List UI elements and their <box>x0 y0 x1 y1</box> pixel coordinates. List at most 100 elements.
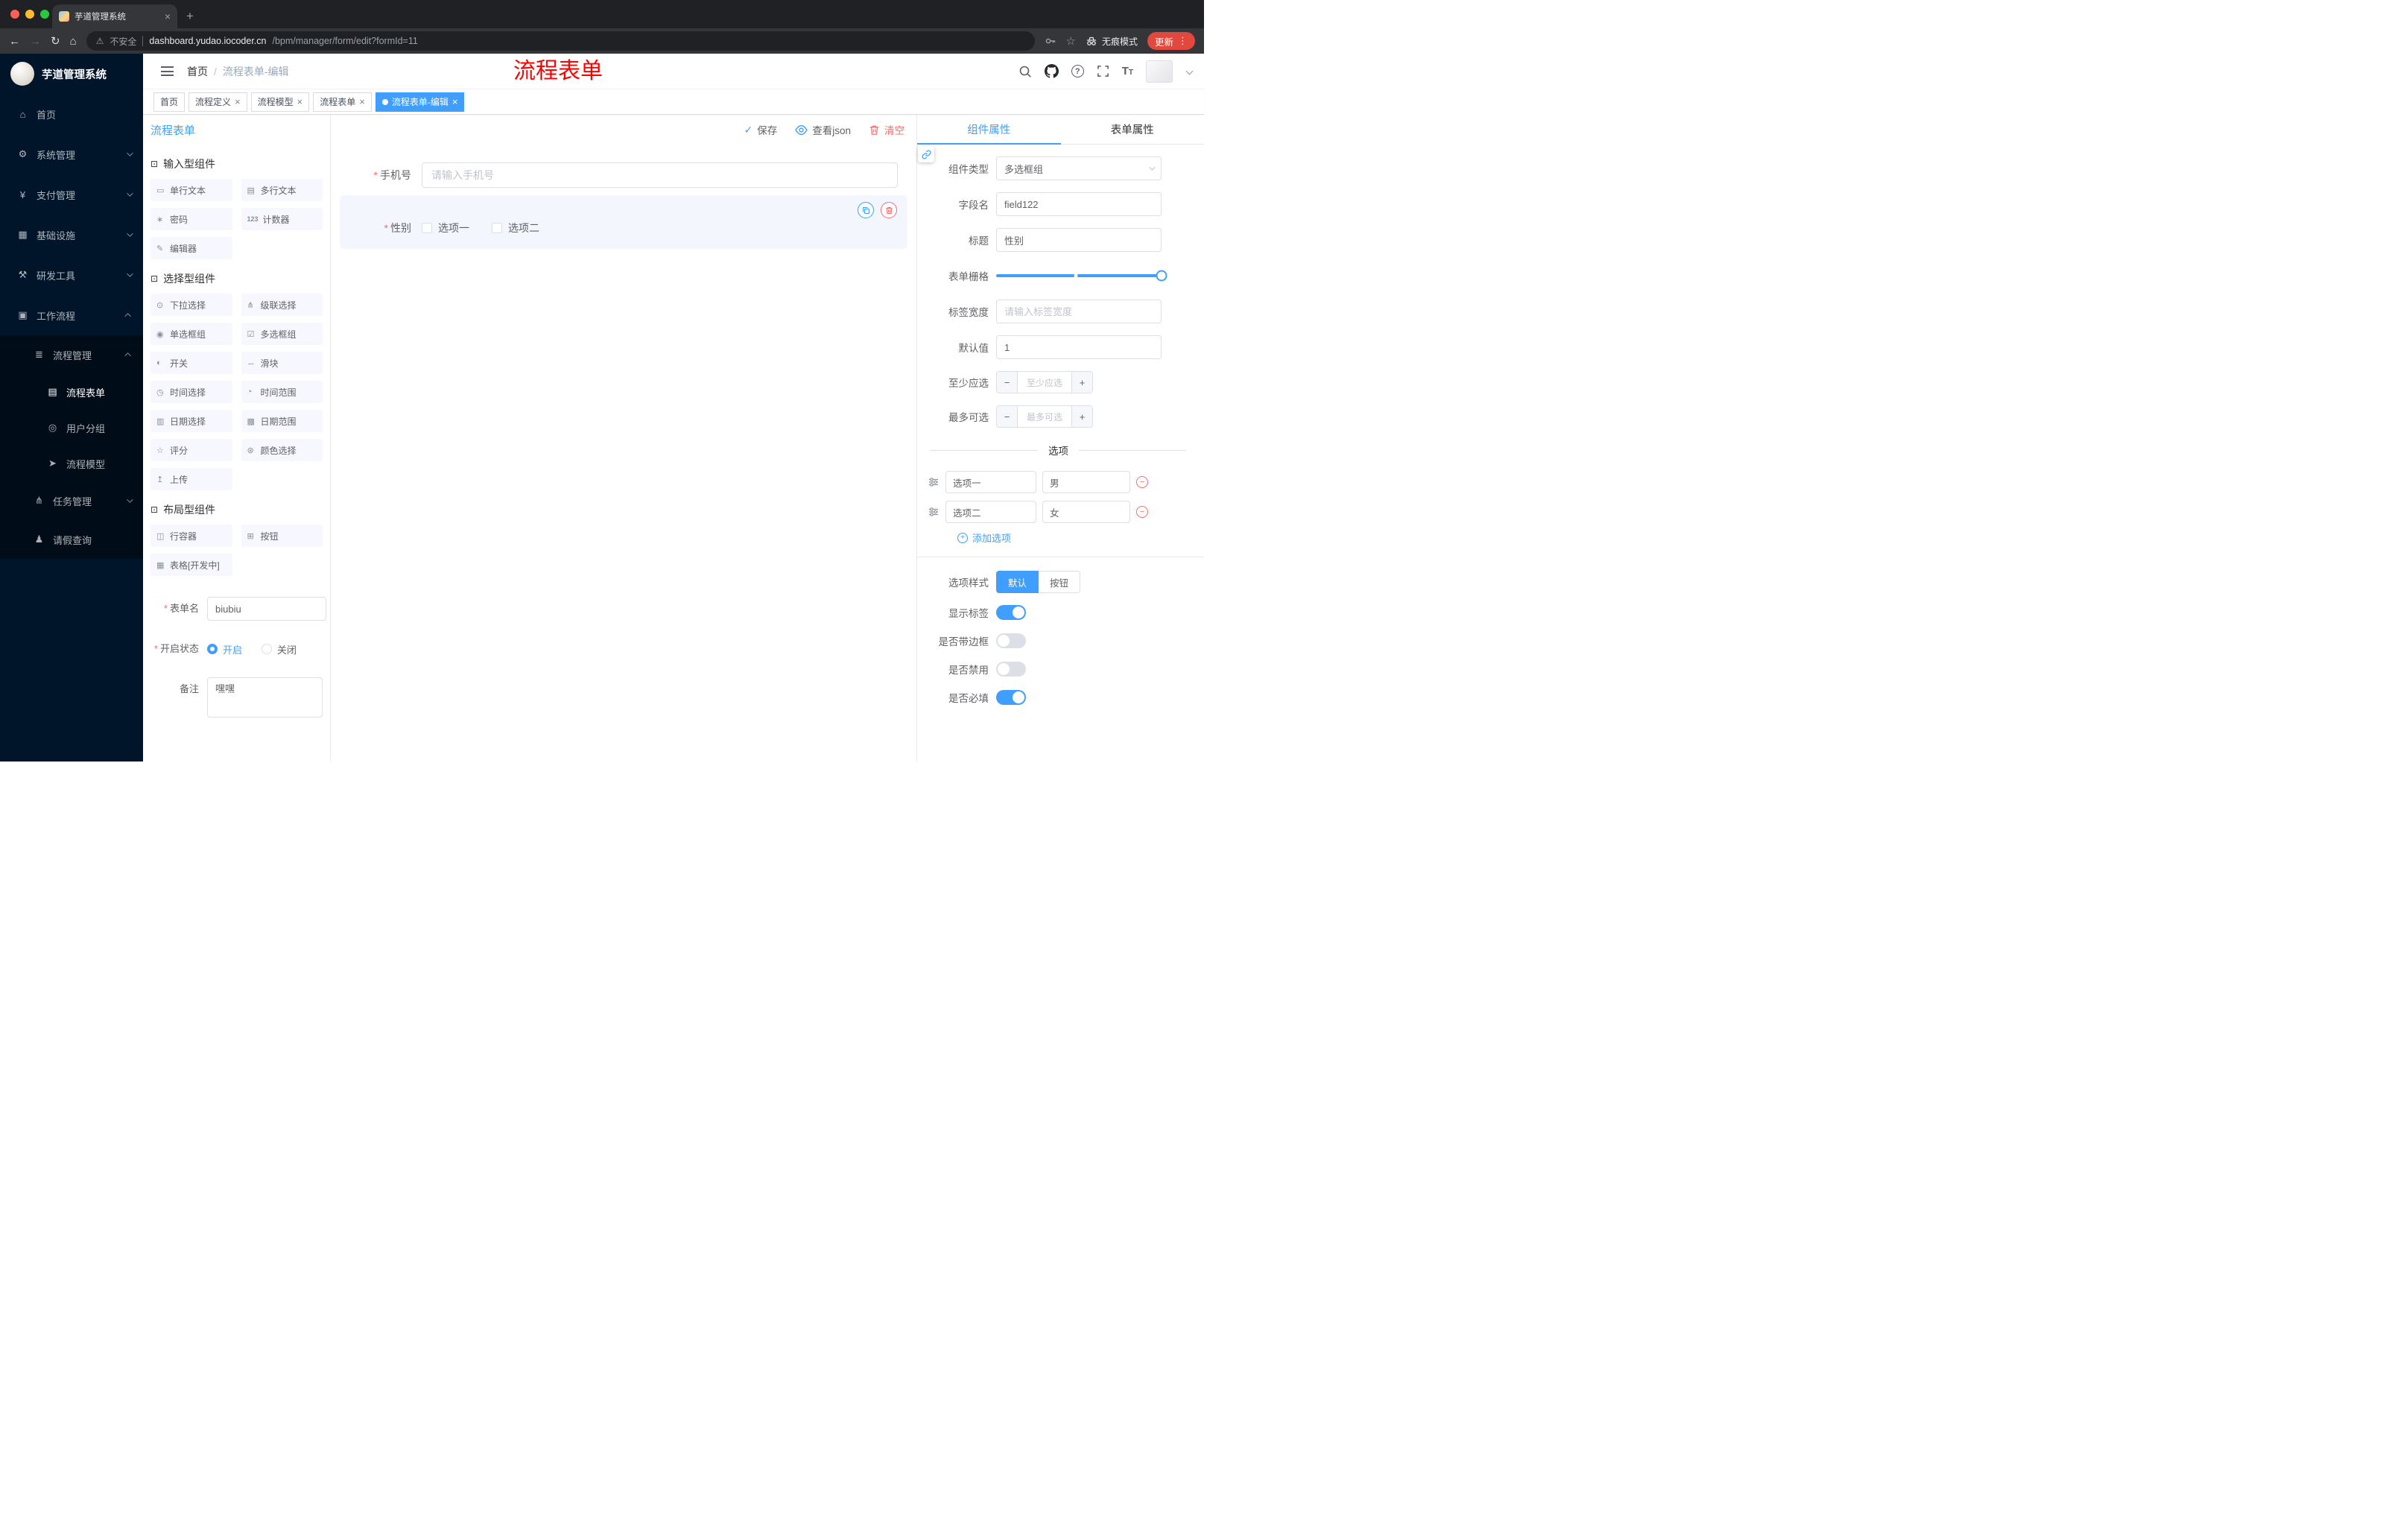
palette-item-counter[interactable]: 123 计数器 <box>241 208 323 230</box>
border-switch[interactable] <box>996 633 1026 648</box>
palette-item-date-picker[interactable]: ▥ 日期选择 <box>150 410 232 432</box>
palette-item-single-text[interactable]: ▭ 单行文本 <box>150 179 232 201</box>
sidebar-item-devtools[interactable]: ⚒ 研发工具 <box>0 255 143 295</box>
sidebar-item-workflow[interactable]: ▣ 工作流程 <box>0 295 143 335</box>
avatar-dropdown-caret-icon[interactable] <box>1185 67 1194 75</box>
default-value-input[interactable] <box>996 335 1162 359</box>
status-radio-off[interactable]: 关闭 <box>262 642 297 656</box>
clear-button[interactable]: 清空 <box>869 122 904 137</box>
title-input[interactable] <box>996 228 1162 252</box>
remove-option-button[interactable]: − <box>1136 506 1148 518</box>
gender-option-2[interactable]: 选项二 <box>492 221 539 235</box>
tag-process-model[interactable]: 流程模型 × <box>250 92 310 112</box>
option-value-input[interactable] <box>1042 501 1130 523</box>
fullscreen-icon[interactable] <box>1097 65 1109 77</box>
phone-field-row[interactable]: * 手机号 <box>340 162 907 188</box>
sidebar-item-payment[interactable]: ¥ 支付管理 <box>0 174 143 215</box>
view-json-button[interactable]: 查看json <box>795 122 851 137</box>
bookmark-star-icon[interactable]: ☆ <box>1066 34 1076 48</box>
tag-process-form-edit[interactable]: 流程表单-编辑 × <box>375 92 465 112</box>
sidebar-item-infra[interactable]: ▦ 基础设施 <box>0 215 143 255</box>
new-tab-button[interactable]: + <box>186 9 194 24</box>
font-size-icon[interactable]: TT <box>1122 65 1133 77</box>
password-key-icon[interactable] <box>1045 35 1056 47</box>
palette-item-editor[interactable]: ✎ 编辑器 <box>150 237 232 259</box>
tab-close-icon[interactable]: × <box>165 11 171 22</box>
browser-menu-icon[interactable]: ⋮ <box>1178 35 1188 47</box>
github-icon[interactable] <box>1044 64 1059 78</box>
sidebar-item-process-form[interactable]: ▤ 流程表单 <box>0 374 143 410</box>
close-window-button[interactable] <box>10 10 19 19</box>
palette-item-radio-group[interactable]: ◉ 单选框组 <box>150 323 232 345</box>
tab-form-props[interactable]: 表单属性 <box>1061 115 1205 144</box>
back-button[interactable]: ← <box>9 36 20 47</box>
option-label-input[interactable] <box>945 501 1036 523</box>
add-option-button[interactable]: + 添加选项 <box>957 531 1189 545</box>
phone-input[interactable] <box>422 162 898 188</box>
reload-button[interactable]: ↻ <box>51 36 60 47</box>
breadcrumb-home[interactable]: 首页 <box>187 64 208 79</box>
tag-close-icon[interactable]: × <box>297 97 303 107</box>
form-remark-textarea[interactable]: 嘿嘿 <box>207 677 323 718</box>
option-style-button-button[interactable]: 按钮 <box>1039 571 1081 593</box>
sidebar-item-leave-query[interactable]: ♟ 请假查询 <box>0 520 143 559</box>
search-icon[interactable] <box>1018 65 1032 78</box>
palette-item-table[interactable]: ▦ 表格[开发中] <box>150 554 232 576</box>
save-button[interactable]: ✓ 保存 <box>744 122 778 137</box>
forward-button[interactable]: → <box>30 36 41 47</box>
palette-item-multi-text[interactable]: ▤ 多行文本 <box>241 179 323 201</box>
form-name-input[interactable] <box>207 597 326 621</box>
palette-item-password[interactable]: ∗ 密码 <box>150 208 232 230</box>
decrease-button[interactable]: − <box>997 372 1018 393</box>
sidebar-collapse-button[interactable] <box>161 66 174 76</box>
remove-option-button[interactable]: − <box>1136 476 1148 488</box>
gender-option-1[interactable]: 选项一 <box>422 221 469 235</box>
drag-handle-icon[interactable] <box>928 506 940 518</box>
palette-item-switch[interactable]: ◐ 开关 <box>150 352 232 374</box>
option-style-default-button[interactable]: 默认 <box>996 571 1039 593</box>
tag-process-definition[interactable]: 流程定义 × <box>188 92 247 112</box>
palette-item-slider[interactable]: ↔ 滑块 <box>241 352 323 374</box>
palette-item-time-range[interactable]: ◔ 时间范围 <box>241 381 323 403</box>
increase-button[interactable]: + <box>1071 372 1092 393</box>
minimize-window-button[interactable] <box>25 10 34 19</box>
palette-item-cascader[interactable]: ⋔ 级联选择 <box>241 294 323 316</box>
sidebar-item-user-group[interactable]: ◎ 用户分组 <box>0 410 143 446</box>
palette-item-checkbox-group[interactable]: ☑ 多选框组 <box>241 323 323 345</box>
sidebar-item-home[interactable]: ⌂ 首页 <box>0 94 143 134</box>
tag-close-icon[interactable]: × <box>452 97 458 107</box>
slider-handle[interactable] <box>1156 270 1167 282</box>
link-icon[interactable] <box>918 146 934 162</box>
required-switch[interactable] <box>996 690 1026 705</box>
decrease-button[interactable]: − <box>997 406 1018 427</box>
palette-item-time-picker[interactable]: ◷ 时间选择 <box>150 381 232 403</box>
tab-component-props[interactable]: 组件属性 <box>917 115 1061 145</box>
field-name-input[interactable] <box>996 192 1162 216</box>
max-select-placeholder[interactable]: 最多可选 <box>1018 411 1071 423</box>
palette-item-select[interactable]: ⊙ 下拉选择 <box>150 294 232 316</box>
tag-process-form[interactable]: 流程表单 × <box>313 92 372 112</box>
sidebar-item-task-management[interactable]: ⋔ 任务管理 <box>0 481 143 520</box>
copy-component-button[interactable] <box>858 202 874 218</box>
tag-close-icon[interactable]: × <box>235 97 241 107</box>
show-label-switch[interactable] <box>996 605 1026 620</box>
palette-item-row-container[interactable]: ◫ 行容器 <box>150 525 232 547</box>
help-icon[interactable]: ? <box>1071 65 1084 77</box>
palette-item-button[interactable]: ⊞ 按钮 <box>241 525 323 547</box>
increase-button[interactable]: + <box>1071 406 1092 427</box>
tag-close-icon[interactable]: × <box>359 97 365 107</box>
user-avatar[interactable] <box>1146 60 1173 83</box>
status-radio-on[interactable]: 开启 <box>207 642 242 656</box>
palette-item-rate[interactable]: ☆ 评分 <box>150 439 232 461</box>
disabled-switch[interactable] <box>996 662 1026 677</box>
tag-home[interactable]: 首页 <box>153 92 186 112</box>
palette-item-color-picker[interactable]: ⊛ 颜色选择 <box>241 439 323 461</box>
label-width-input[interactable] <box>996 300 1162 323</box>
browser-tab[interactable]: 芋道管理系统 × <box>52 4 177 28</box>
sidebar-item-process-management[interactable]: ≣ 流程管理 <box>0 335 143 374</box>
sidebar-item-system[interactable]: ⚙ 系统管理 <box>0 134 143 174</box>
browser-update-button[interactable]: 更新 ⋮ <box>1147 32 1195 50</box>
component-type-select[interactable]: 多选框组 <box>996 156 1162 180</box>
palette-item-upload[interactable]: ↥ 上传 <box>150 468 232 490</box>
url-field[interactable]: ⚠ 不安全 dashboard.yudao.iocoder.cn /bpm/ma… <box>86 31 1035 51</box>
